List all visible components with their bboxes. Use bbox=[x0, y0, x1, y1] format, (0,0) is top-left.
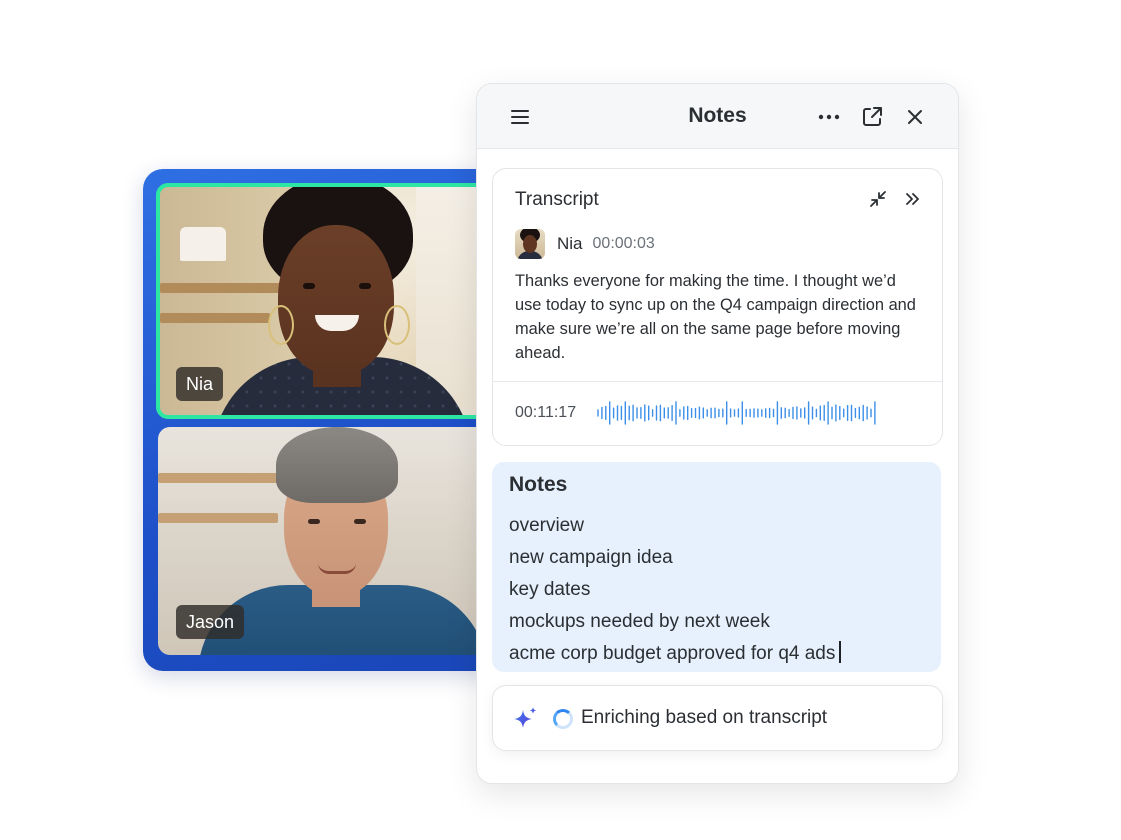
transcript-card: Transcript Nia 00:00:03 Thanks everyone … bbox=[492, 168, 943, 446]
participant-name-tag: Jason bbox=[176, 605, 245, 639]
transcript-text: Thanks everyone for making the time. I t… bbox=[515, 272, 916, 362]
sparkle-icon bbox=[514, 707, 537, 728]
double-chevron-right-icon[interactable] bbox=[902, 189, 922, 209]
note-item[interactable]: key dates bbox=[509, 574, 841, 606]
participant-tile-jason[interactable]: Jason bbox=[158, 427, 488, 655]
speaker-timestamp: 00:00:03 bbox=[592, 235, 655, 252]
note-item[interactable]: new campaign idea bbox=[509, 542, 841, 574]
notes-editor[interactable]: Notes overview new campaign idea key dat… bbox=[492, 462, 941, 672]
close-icon[interactable] bbox=[902, 104, 928, 130]
note-item-active[interactable]: acme corp budget approved for q4 ads bbox=[509, 638, 842, 670]
transcript-title: Transcript bbox=[515, 189, 599, 210]
panel-header: Notes bbox=[477, 84, 958, 149]
audio-waveform[interactable] bbox=[597, 398, 881, 428]
notes-list: overview new campaign idea key dates moc… bbox=[509, 510, 842, 670]
participant-name-tag: Nia bbox=[176, 367, 224, 401]
note-item[interactable]: mockups needed by next week bbox=[509, 606, 841, 638]
enrich-status-text: Enriching based on transcript bbox=[581, 707, 828, 728]
divider bbox=[493, 381, 942, 382]
note-item-text: acme corp budget approved for q4 ads bbox=[509, 643, 836, 664]
panel-title: Notes bbox=[688, 104, 747, 127]
speaker-name: Nia bbox=[557, 234, 583, 253]
speaker-row: Nia 00:00:03 bbox=[515, 229, 655, 259]
more-icon[interactable] bbox=[816, 104, 842, 130]
video-call-card: Nia Jason bbox=[143, 169, 503, 671]
text-cursor bbox=[839, 641, 842, 663]
enrich-status-card: Enriching based on transcript bbox=[492, 685, 943, 751]
popout-icon[interactable] bbox=[859, 104, 885, 130]
note-item[interactable]: overview bbox=[509, 510, 841, 542]
collapse-icon[interactable] bbox=[868, 189, 888, 209]
notes-panel: Notes Transcript Nia 00:00:03 Thanks eve… bbox=[476, 83, 959, 784]
participant-tile-nia[interactable]: Nia bbox=[156, 183, 490, 419]
audio-timestamp: 00:11:17 bbox=[515, 404, 577, 421]
notes-title: Notes bbox=[509, 473, 568, 496]
spinner-icon bbox=[553, 709, 573, 729]
avatar bbox=[515, 229, 545, 259]
